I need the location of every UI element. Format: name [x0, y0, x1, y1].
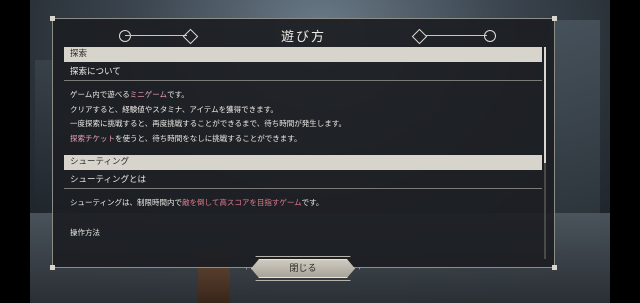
letterbox-left — [0, 0, 30, 303]
text-segment: ゲーム内で遊べる — [70, 90, 130, 99]
ornament-circle-icon — [484, 30, 496, 42]
body-line: 探索チケットを使うと、待ち時間をなしに挑戦することができます。 — [70, 132, 542, 147]
letterbox-right — [610, 0, 640, 303]
close-button[interactable]: 閉じる — [251, 259, 355, 278]
operation-heading: 操作方法 — [70, 227, 100, 237]
text-segment: クリアすると、経験値やスタミナ、アイテムを獲得できます。 — [70, 104, 278, 114]
body-line: 一度探索に挑戦すると、再度挑戦することができるまで、待ち時間が発生します。 — [70, 117, 542, 132]
body-line: クリアすると、経験値やスタミナ、アイテムを獲得できます。 — [70, 103, 542, 118]
text-segment: を使うと、待ち時間をなしに挑戦することができます。 — [115, 133, 302, 143]
section-header: 探索 — [64, 47, 542, 62]
body-line: ゲーム内で遊べるミニゲームです。 — [70, 88, 542, 103]
highlighted-text: 探索チケット — [70, 133, 115, 143]
section-subheader: 探索について — [64, 65, 542, 81]
help-content-scroll[interactable]: 探索 探索について ゲーム内で遊べるミニゲームです。 クリアすると、経験値やスタミナ、… — [64, 47, 542, 259]
scrollbar-thumb[interactable] — [544, 47, 546, 163]
highlighted-text: ミニゲーム — [129, 90, 168, 99]
section-body: シューティングは、制限時間内で敵を倒して高スコアを目指すゲームです。 — [64, 196, 542, 211]
section-subheader: シューティングとは — [64, 173, 542, 189]
text-segment: 一度探索に挑戦すると、再度挑戦することができるまで、待ち時間が発生します。 — [70, 119, 346, 128]
corner-ornament — [552, 16, 557, 21]
ornament-line — [425, 35, 487, 36]
corner-ornament — [552, 265, 557, 270]
body-line: シューティングは、制限時間内で敵を倒して高スコアを目指すゲームです。 — [70, 196, 542, 211]
text-segment: です。 — [301, 198, 324, 207]
corner-ornament — [50, 16, 55, 21]
dialog-title-row: 遊び方 — [53, 23, 554, 49]
section-header: シューティング — [64, 155, 542, 170]
scrollbar[interactable] — [544, 47, 546, 259]
text-segment: シューティングは、制限時間内で — [70, 198, 183, 207]
how-to-play-dialog: 遊び方 探索 探索について ゲーム内で遊べるミニゲームです。 クリアすると、経験値やス… — [50, 16, 557, 270]
highlighted-text: 敵を倒して高スコアを目指すゲーム — [182, 198, 302, 207]
text-segment: です。 — [167, 90, 189, 99]
section-body: ゲーム内で遊べるミニゲームです。 クリアすると、経験値やスタミナ、アイテムを獲得で… — [64, 88, 542, 146]
corner-ornament — [50, 265, 55, 270]
